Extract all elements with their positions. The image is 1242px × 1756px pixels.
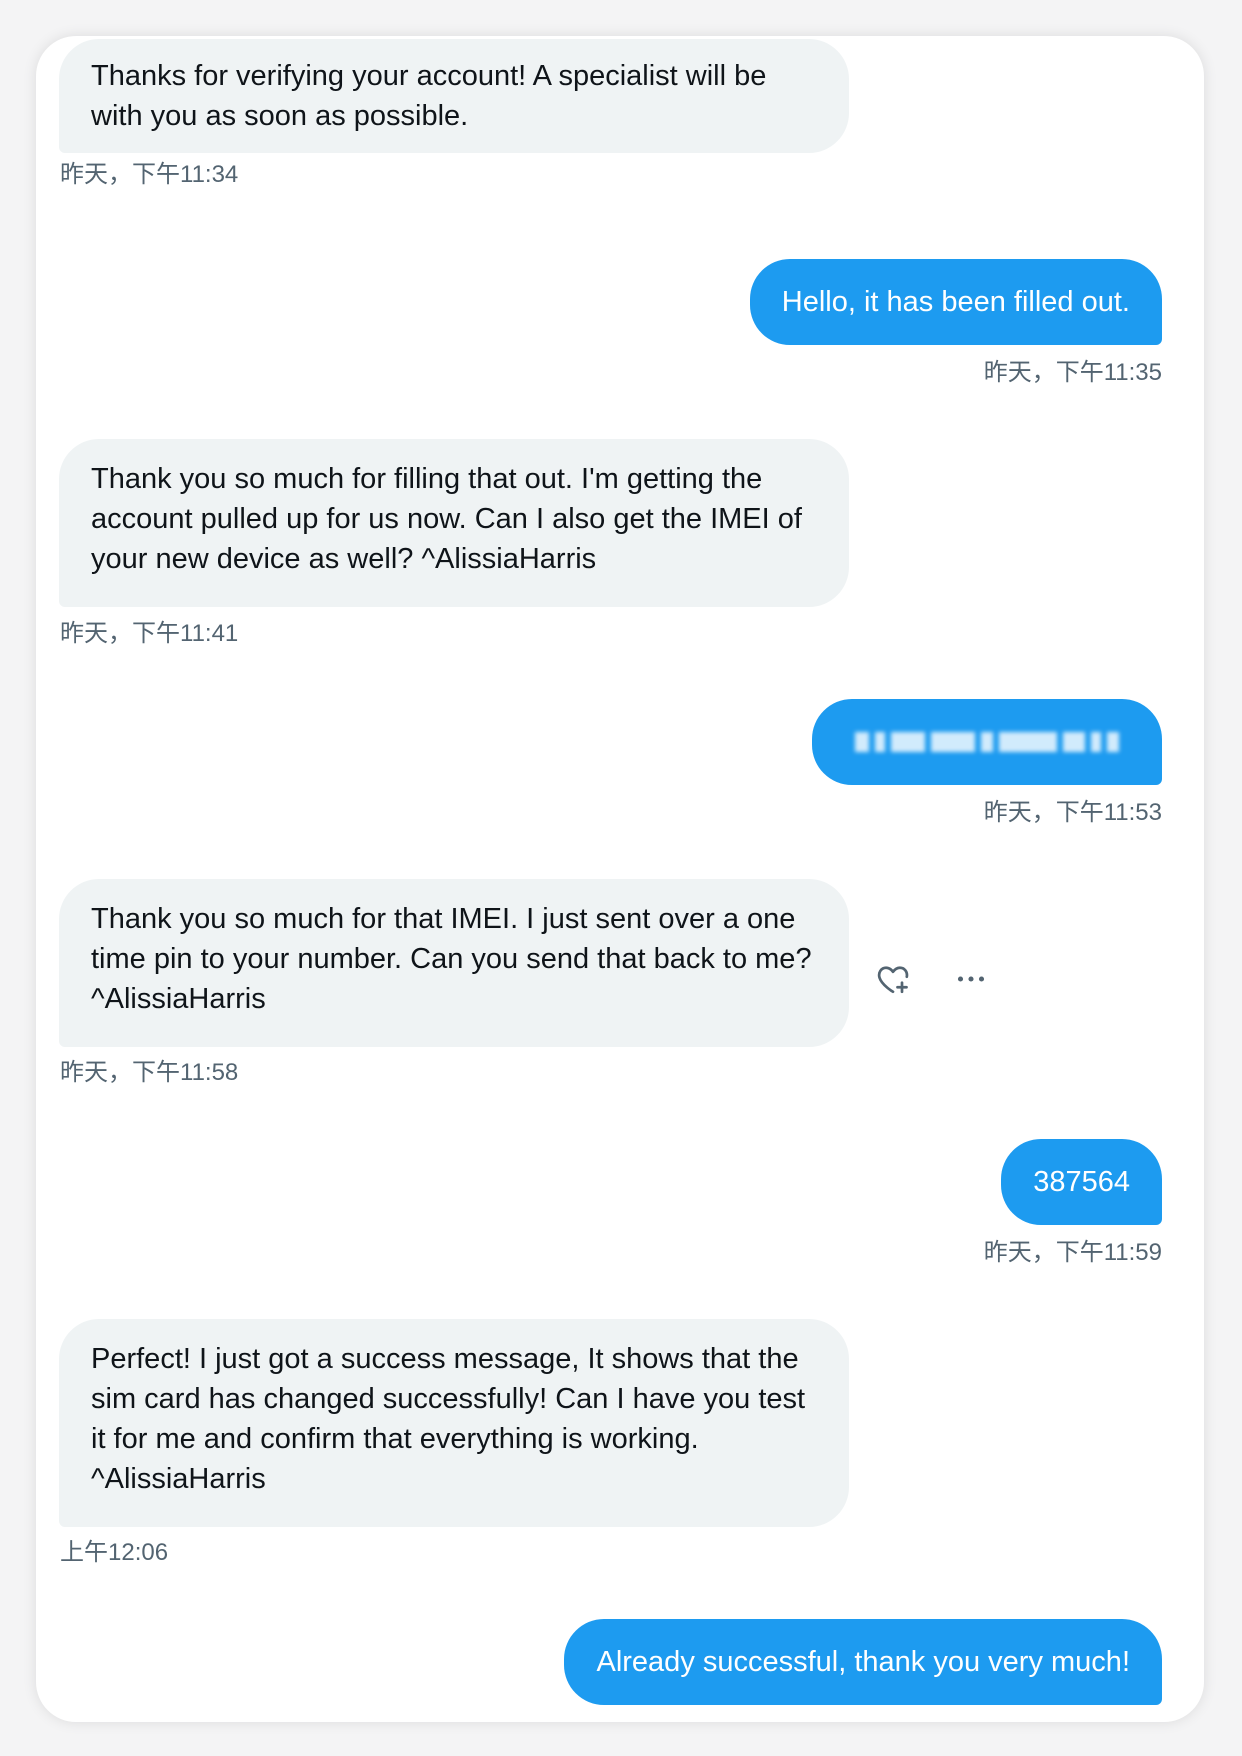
- message-text: Thanks for verifying your account! A spe…: [91, 60, 767, 132]
- message-timestamp: 昨天，下午11:59: [983, 1239, 1162, 1266]
- message-text: Already successful, thank you very much!: [596, 1646, 1130, 1678]
- message-bubble-incoming[interactable]: Thank you so much for that IMEI. I just …: [59, 879, 849, 1047]
- message-text: Thank you so much for filling that out. …: [91, 463, 802, 575]
- message-timestamp: 昨天，下午11:34: [60, 161, 239, 188]
- message-text: Hello, it has been filled out.: [781, 286, 1130, 318]
- message-bubble-outgoing[interactable]: 387564: [1001, 1139, 1162, 1225]
- message-bubble-outgoing[interactable]: Hello, it has been filled out.: [749, 259, 1162, 345]
- message-timestamp: 昨天，下午11:41: [60, 620, 239, 647]
- message-bubble-incoming[interactable]: Perfect! I just got a success message, I…: [59, 1319, 849, 1527]
- message-text: Thank you so much for that IMEI. I just …: [91, 903, 812, 1015]
- heart-plus-icon[interactable]: [872, 958, 914, 1000]
- message-bubble-incoming[interactable]: Thanks for verifying your account! A spe…: [59, 39, 849, 153]
- more-horizontal-icon[interactable]: [950, 958, 992, 1000]
- message-text: Perfect! I just got a success message, I…: [91, 1343, 806, 1495]
- redacted-content: [855, 732, 1119, 752]
- message-text: 387564: [1033, 1166, 1130, 1198]
- message-timestamp: 昨天，下午11:35: [983, 359, 1162, 386]
- message-timestamp: 上午12:06: [60, 1539, 169, 1566]
- message-bubble-outgoing-redacted[interactable]: [812, 699, 1162, 785]
- message-timestamp: 昨天，下午11:53: [983, 799, 1162, 826]
- message-bubble-outgoing[interactable]: Already successful, thank you very much!: [564, 1619, 1162, 1705]
- message-timestamp: 昨天，下午11:58: [60, 1059, 239, 1086]
- chat-panel: Thanks for verifying your account! A spe…: [36, 36, 1204, 1722]
- message-actions: [872, 958, 992, 1000]
- message-bubble-incoming[interactable]: Thank you so much for filling that out. …: [59, 439, 849, 607]
